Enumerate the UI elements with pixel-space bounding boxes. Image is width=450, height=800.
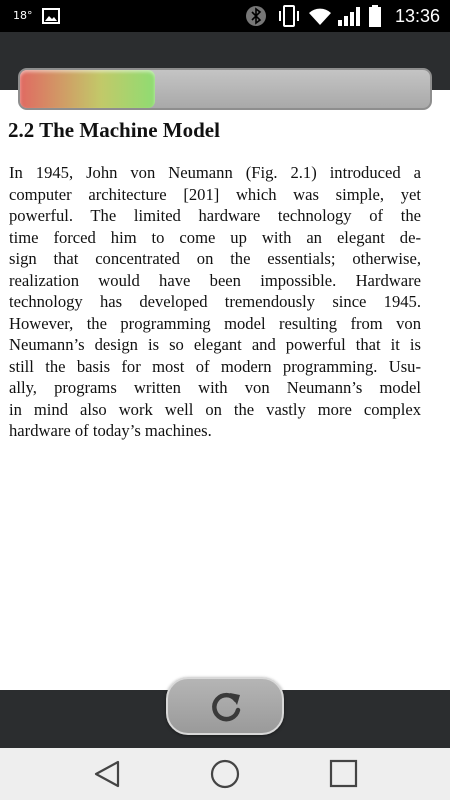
paragraph-line: ally, programs written with von Neumann’…: [9, 378, 421, 397]
recents-icon: [329, 759, 358, 788]
home-button[interactable]: [205, 756, 245, 792]
signal-icon: [338, 7, 360, 26]
paragraph-line: time forced him to come up with an elega…: [9, 227, 421, 247]
refresh-button[interactable]: [166, 677, 284, 735]
document-page: 2.2 The Machine Model In 1945, John von …: [0, 110, 450, 690]
paragraph-line: powerful. The limited hardware technolog…: [9, 206, 421, 225]
navigation-bar: [0, 748, 450, 800]
paragraph-line: hardware of today’s machines.: [9, 421, 212, 440]
vibrate-icon: [279, 5, 299, 27]
paragraph-line: in mind also work well on the vastly mor…: [9, 399, 421, 419]
progress-fill: [20, 70, 156, 108]
paragraph-line: sign that concentrated on the essentials…: [9, 249, 421, 268]
paragraph: In 1945, John von Neumann (Fig. 2.1) int…: [9, 162, 421, 442]
status-bar: 18° 13:36: [0, 0, 450, 32]
battery-icon: [369, 5, 381, 27]
paragraph-line: Neumann’s design is so elegant and power…: [9, 335, 421, 354]
section-title: 2.2 The Machine Model: [8, 118, 220, 142]
paragraph-line: In 1945, John von Neumann (Fig. 2.1) int…: [9, 163, 421, 182]
paragraph-line: computer architecture [201] which was si…: [9, 184, 421, 204]
progress-bar: [18, 68, 432, 110]
home-icon: [210, 759, 240, 789]
wifi-icon: [309, 8, 331, 25]
temperature-readout: 18°: [13, 9, 33, 22]
bluetooth-icon: [246, 6, 266, 26]
back-button[interactable]: [88, 756, 128, 792]
paragraph-line: still the basis for most of modern progr…: [9, 356, 421, 376]
paragraph-line: However, the programming model resulting…: [9, 313, 421, 333]
recents-button[interactable]: [323, 756, 363, 792]
refresh-icon: [212, 692, 241, 722]
back-icon: [94, 760, 120, 788]
image-icon: [42, 8, 60, 24]
clock: 13:36: [394, 6, 440, 26]
paragraph-line: technology has developed tremendously si…: [9, 292, 421, 311]
paragraph-line: realization would have been impossible. …: [9, 270, 421, 290]
